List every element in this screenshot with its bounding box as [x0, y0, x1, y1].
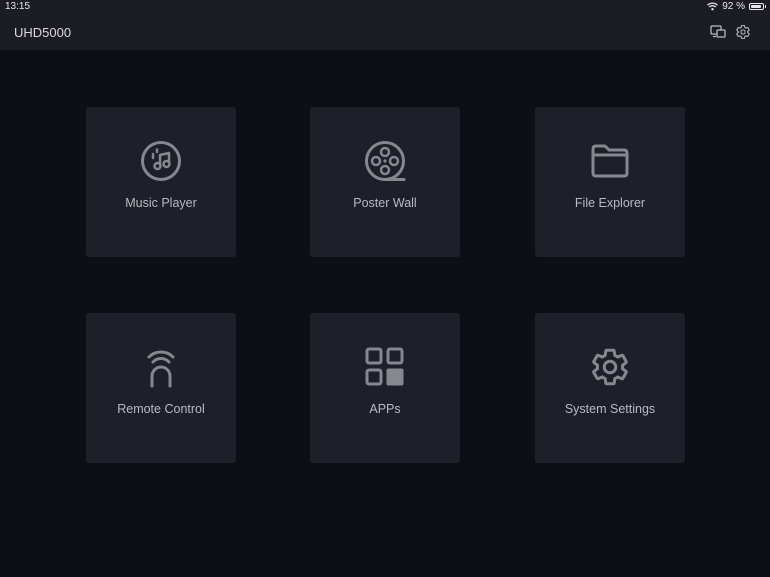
tile-remote-control[interactable]: Remote Control [86, 313, 236, 463]
tile-label: Music Player [125, 196, 197, 210]
tile-label: File Explorer [574, 196, 646, 210]
remote-signal-icon [147, 350, 175, 388]
status-time: 13:15 [5, 1, 31, 12]
tile-label: Poster Wall [353, 196, 417, 210]
gear-icon [592, 348, 628, 386]
tile-apps[interactable]: APPs [310, 313, 460, 463]
tile-music-player[interactable]: Music Player [86, 107, 236, 257]
app-header: UHD5000 [0, 14, 770, 50]
tile-file-explorer[interactable]: File Explorer [535, 107, 685, 257]
apps-grid-icon [365, 347, 404, 386]
app-title: UHD5000 [14, 25, 72, 40]
screen-mirror-button[interactable] [709, 23, 727, 41]
battery-icon [749, 3, 766, 10]
wifi-icon [707, 2, 719, 11]
screen-mirror-icon [710, 25, 726, 38]
settings-button[interactable] [734, 23, 752, 41]
tile-system-settings[interactable]: System Settings [535, 313, 685, 463]
battery-fill [751, 5, 762, 8]
battery-percent: 92 % [722, 1, 745, 12]
film-reel-icon [365, 141, 406, 181]
status-indicators: 92 % [707, 1, 766, 12]
tile-label: Remote Control [117, 402, 205, 416]
folder-icon [591, 144, 629, 178]
tile-label: System Settings [564, 402, 656, 416]
status-bar: 13:15 92 % [0, 0, 770, 14]
tile-poster-wall[interactable]: Poster Wall [310, 107, 460, 257]
gear-icon [736, 25, 750, 39]
music-disc-icon [141, 141, 181, 181]
tile-label: APPs [369, 402, 401, 416]
